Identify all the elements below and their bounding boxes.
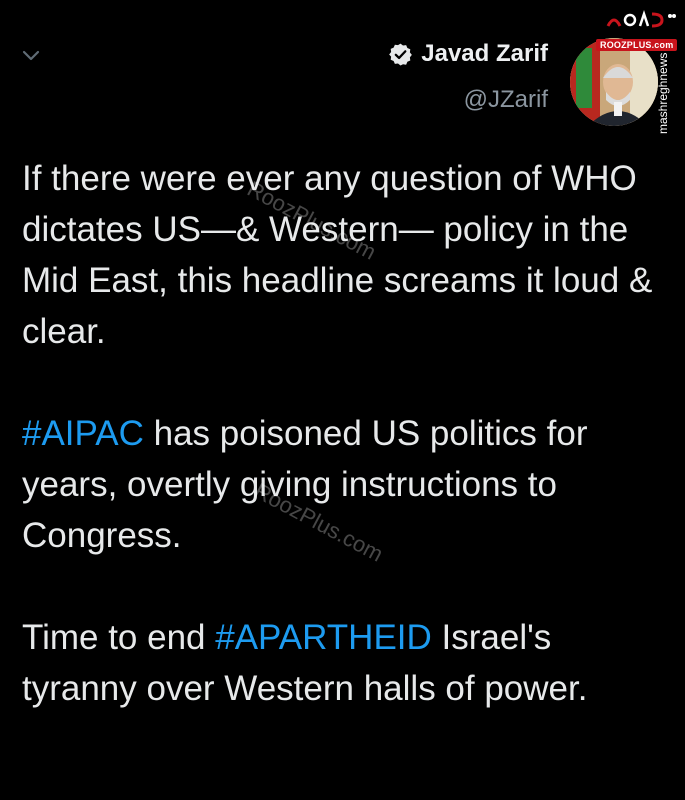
author-display-name: Javad Zarif bbox=[421, 40, 548, 67]
author-name-row[interactable]: Javad Zarif bbox=[388, 40, 548, 68]
mashregh-watermark: mashreghnews bbox=[656, 52, 670, 134]
tweet-paragraph-text: Time to end bbox=[22, 618, 216, 657]
verified-badge-icon bbox=[389, 43, 413, 65]
roozplus-logo-icon bbox=[606, 10, 676, 28]
tweet-paragraph-1: If there were ever any question of WHO d… bbox=[22, 153, 672, 357]
tweet-paragraph-text: If there were ever any question of WHO d… bbox=[22, 159, 653, 351]
author-handle[interactable]: @JZarif bbox=[464, 86, 548, 114]
avatar[interactable] bbox=[570, 38, 658, 126]
tweet-paragraph-3: Time to end #APARTHEID Israel's tyranny … bbox=[22, 612, 672, 714]
chevron-down-icon[interactable] bbox=[20, 44, 42, 66]
hashtag-aipac-link[interactable]: #AIPAC bbox=[22, 414, 144, 453]
hashtag-apartheid-link[interactable]: #APARTHEID bbox=[215, 618, 432, 657]
